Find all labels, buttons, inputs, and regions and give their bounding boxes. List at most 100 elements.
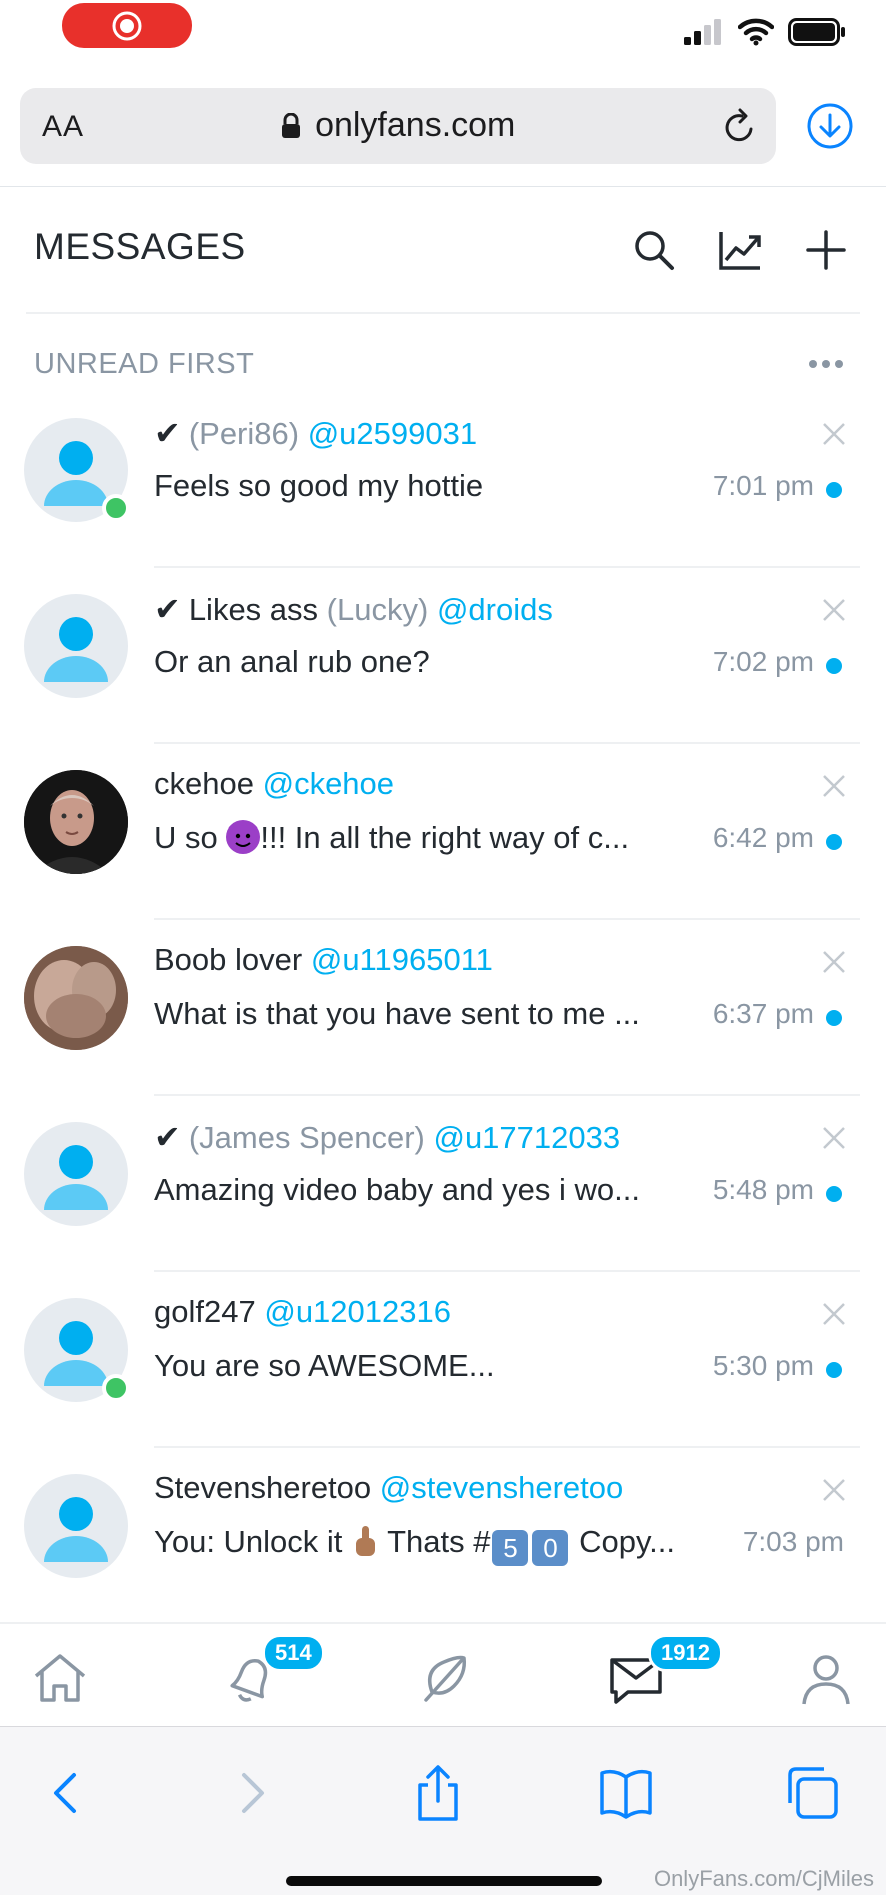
sender-line: ✔ (James Spencer) @u17712033 [154, 1118, 794, 1156]
verified-icon: ✔ [154, 1119, 181, 1155]
online-status-dot [102, 494, 130, 522]
sender-username[interactable]: @u11965011 [311, 942, 493, 977]
new-message-plus-icon[interactable] [804, 228, 848, 272]
messages-tab[interactable]: 1912 [606, 1634, 723, 1708]
user-photo-avatar [24, 770, 128, 874]
sender-line: Stevensheretoo @stevensheretoo [154, 1470, 794, 1506]
divider [0, 186, 886, 187]
verified-icon: ✔ [154, 415, 181, 451]
avatar[interactable] [24, 1474, 128, 1578]
notifications-tab[interactable]: 514 [222, 1634, 325, 1708]
sender-username[interactable]: @u17712033 [433, 1120, 620, 1155]
home-icon[interactable] [30, 1648, 90, 1708]
bookmarks-book-icon[interactable] [596, 1763, 656, 1823]
sender-line: Boob lover @u11965011 [154, 942, 794, 978]
message-preview: Or an anal rub one? [154, 644, 430, 679]
chat-row[interactable]: ckehoe @ckehoe U so !!! In all the right… [0, 744, 886, 920]
downloads-icon[interactable] [806, 102, 854, 150]
sender-display-name: Boob lover [154, 942, 303, 977]
unread-indicator [826, 658, 842, 674]
lock-icon [281, 112, 300, 138]
sort-filter-label[interactable]: UNREAD FIRST [34, 348, 254, 381]
sender-line: ✔ Likes ass (Lucky) @droids [154, 590, 794, 628]
sender-username[interactable]: @stevensheretoo [380, 1470, 623, 1505]
messages-badge: 1912 [648, 1634, 723, 1672]
address-bar[interactable]: AA onlyfans.com [20, 88, 776, 164]
unread-indicator [826, 482, 842, 498]
close-icon[interactable] [822, 1302, 846, 1326]
user-photo-avatar [24, 946, 128, 1050]
record-icon [112, 11, 142, 40]
sender-alias: (Lucky) [326, 592, 429, 627]
sender-display-name: golf247 [154, 1294, 256, 1329]
share-icon[interactable] [408, 1763, 468, 1823]
screen-recording-indicator[interactable] [62, 3, 192, 48]
avatar[interactable] [24, 418, 130, 522]
close-icon[interactable] [822, 1478, 846, 1502]
forward-chevron-icon[interactable] [222, 1763, 282, 1823]
online-status-dot [102, 1374, 130, 1402]
pointing-hand-emoji [351, 1524, 379, 1559]
smiling-devil-emoji [226, 820, 261, 854]
chat-row[interactable]: ✔ (Peri86) @u2599031 Feels so good my hot… [0, 392, 886, 568]
preview-text-start: You: Unlock it [154, 1524, 352, 1559]
sender-username[interactable]: @u12012316 [264, 1294, 451, 1329]
avatar[interactable] [24, 946, 128, 1050]
divider [26, 312, 860, 314]
message-preview: You: Unlock it Thats #5 0 Copy... [154, 1524, 719, 1566]
chat-row[interactable]: golf247 @u12012316 You are so AWESOME...… [0, 1272, 886, 1448]
notifications-badge: 514 [262, 1634, 325, 1672]
avatar[interactable] [24, 770, 128, 874]
close-icon[interactable] [822, 598, 846, 622]
avatar[interactable] [24, 1298, 130, 1402]
reload-icon[interactable] [722, 108, 758, 146]
close-icon[interactable] [822, 1126, 846, 1150]
preview-text-end: Copy... [570, 1524, 675, 1559]
page-title: MESSAGES [34, 226, 246, 267]
preview-text-start: U so [154, 820, 227, 855]
unread-indicator [826, 1186, 842, 1202]
message-preview: What is that you have sent to me ... [154, 996, 640, 1031]
chat-row[interactable]: ✔ Likes ass (Lucky) @droids Or an anal ru… [0, 568, 886, 744]
close-icon[interactable] [822, 774, 846, 798]
url-display[interactable]: onlyfans.com [20, 106, 776, 145]
home-indicator[interactable] [286, 1876, 602, 1886]
close-icon[interactable] [822, 950, 846, 974]
status-icons [684, 18, 846, 46]
sender-username[interactable]: @ckehoe [263, 766, 394, 801]
wifi-icon [738, 18, 774, 46]
sender-display-name: Stevensheretoo [154, 1470, 372, 1505]
default-user-avatar-icon [44, 617, 108, 682]
chat-row[interactable]: Stevensheretoo @stevensheretoo You: Unlo… [0, 1448, 886, 1624]
back-chevron-icon[interactable] [36, 1763, 96, 1823]
message-preview: You are so AWESOME... [154, 1348, 495, 1383]
tabs-icon[interactable] [782, 1763, 842, 1823]
feather-add-post-icon[interactable] [414, 1648, 474, 1708]
sender-alias: (Peri86) [188, 416, 300, 451]
message-time: 7:03 pm [742, 1526, 844, 1557]
profile-icon[interactable] [796, 1648, 856, 1708]
keycap-digit-zero-emoji: 0 [532, 1530, 569, 1566]
chat-row[interactable]: Boob lover @u11965011 What is that you h… [0, 920, 886, 1096]
unread-indicator [826, 1362, 842, 1378]
cellular-signal-icon [684, 19, 721, 45]
app-bottom-nav: 514 1912 [0, 1622, 886, 1728]
status-bar [0, 0, 886, 62]
more-options-icon[interactable] [806, 352, 846, 376]
sender-username[interactable]: @u2599031 [308, 416, 477, 451]
avatar[interactable] [24, 1122, 128, 1226]
chat-row[interactable]: ✔ (James Spencer) @u17712033 Amazing vide… [0, 1096, 886, 1272]
avatar[interactable] [24, 594, 128, 698]
message-time: 7:01 pm [712, 470, 814, 501]
sender-line: golf247 @u12012316 [154, 1294, 794, 1330]
sender-username[interactable]: @droids [437, 592, 553, 627]
statistics-icon[interactable] [718, 228, 762, 272]
verified-icon: ✔ [154, 591, 181, 627]
message-time: 6:42 pm [712, 822, 814, 853]
default-user-avatar-icon [44, 1497, 108, 1562]
search-icon[interactable] [632, 228, 676, 272]
default-user-avatar-icon [44, 1145, 108, 1210]
sender-alias: (James Spencer) [188, 1120, 425, 1155]
sender-display-name: ckehoe [154, 766, 254, 801]
close-icon[interactable] [822, 422, 846, 446]
